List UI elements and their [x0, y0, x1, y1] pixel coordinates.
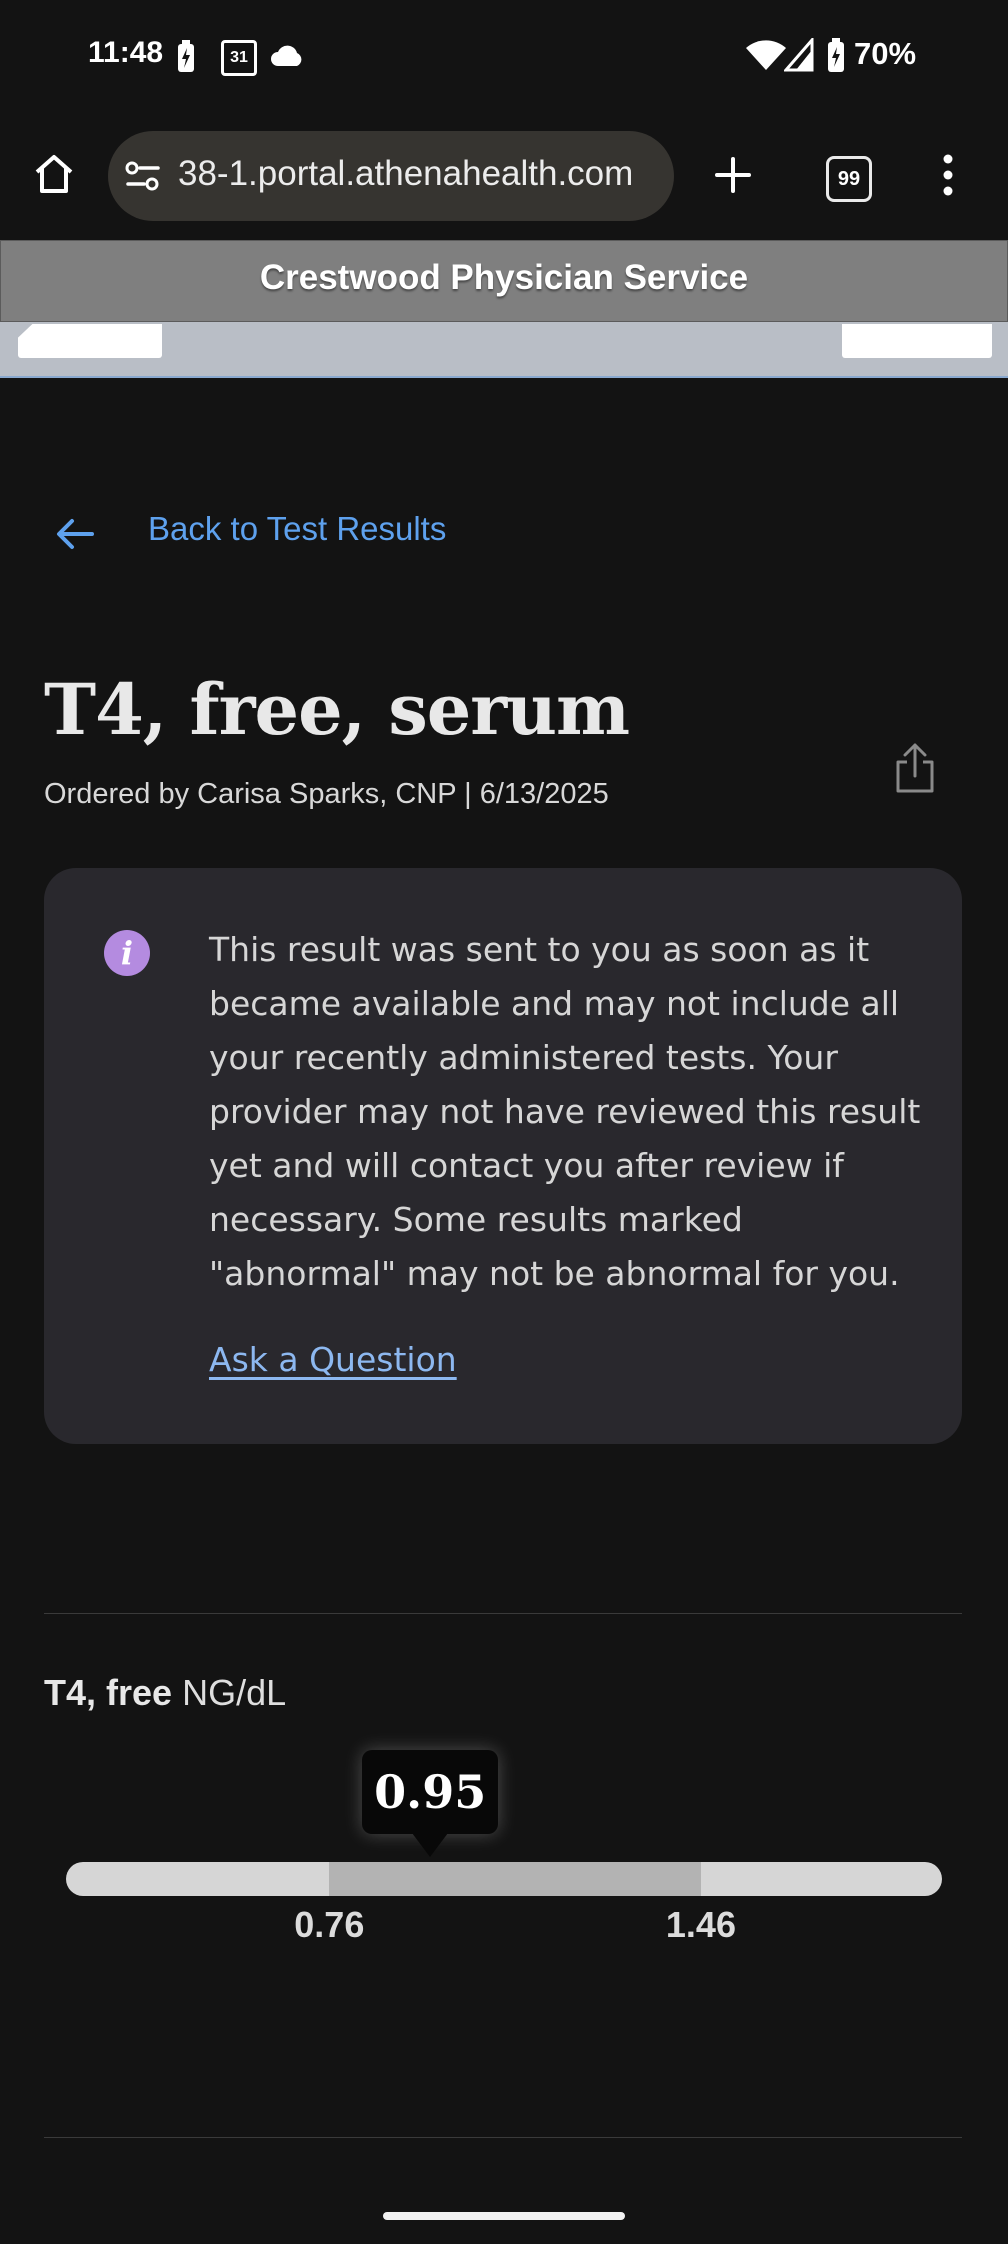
share-icon[interactable]	[893, 742, 937, 794]
battery-icon	[828, 38, 844, 72]
back-to-results-link[interactable]: Back to Test Results	[148, 510, 446, 548]
new-tab-icon[interactable]	[713, 155, 753, 195]
result-value-pointer	[412, 1833, 449, 1857]
home-nav-button[interactable]	[18, 324, 162, 358]
range-high-label: 1.46	[665, 1904, 736, 1945]
page-title: T4, free, serum	[44, 668, 630, 751]
sign-out-button[interactable]	[842, 324, 992, 358]
tab-switcher-icon[interactable]: 99	[826, 156, 872, 202]
url-text[interactable]: 38-1.portal.athenahealth.com	[178, 154, 662, 194]
divider	[44, 1613, 962, 1614]
divider	[44, 2137, 962, 2138]
info-message: This result was sent to you as soon as i…	[209, 930, 921, 1293]
result-value-bubble: 0.95	[362, 1750, 499, 1834]
cloud-icon	[271, 45, 302, 66]
back-arrow-icon[interactable]	[54, 512, 98, 556]
ordered-by-text: Ordered by Carisa Sparks, CNP | 6/13/202…	[44, 778, 609, 810]
calendar-icon: 31	[221, 40, 257, 76]
normal-range-band	[329, 1862, 701, 1896]
site-info-icon[interactable]	[124, 158, 162, 194]
result-unit: NG/dL	[182, 1672, 287, 1713]
battery-percentage: 70%	[854, 36, 917, 71]
home-icon[interactable]	[32, 152, 76, 196]
ask-question-link[interactable]: Ask a Question	[209, 1340, 457, 1379]
range-low-label: 0.76	[294, 1904, 365, 1945]
result-label: T4, free NG/dL	[44, 1672, 286, 1714]
result-name: T4, free	[44, 1672, 173, 1713]
status-time: 11:48	[88, 36, 164, 69]
info-icon: i	[104, 930, 150, 976]
battery-charging-icon	[178, 40, 194, 72]
home-indicator[interactable]	[383, 2212, 625, 2220]
practice-name: Crestwood Physician Service	[259, 258, 749, 297]
signal-icon	[784, 38, 814, 72]
more-menu-icon[interactable]	[941, 152, 955, 198]
wifi-icon	[746, 40, 786, 70]
